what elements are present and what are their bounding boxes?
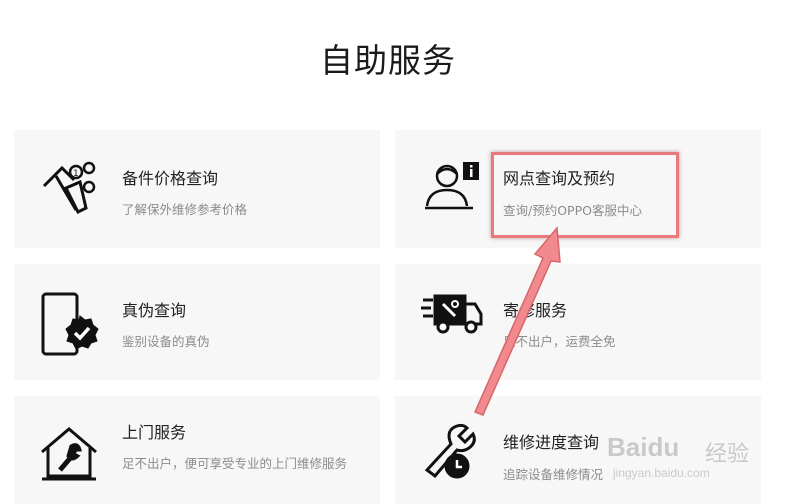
watermark-url: jingyan.baidu.com — [613, 466, 710, 480]
watermark-text: 经验 — [705, 442, 750, 467]
watermark-brand: Baidu — [607, 432, 680, 462]
baidu-watermark: Baidu 经验 jingyan.baidu.com — [605, 430, 785, 500]
annotation-arrow — [473, 226, 561, 416]
